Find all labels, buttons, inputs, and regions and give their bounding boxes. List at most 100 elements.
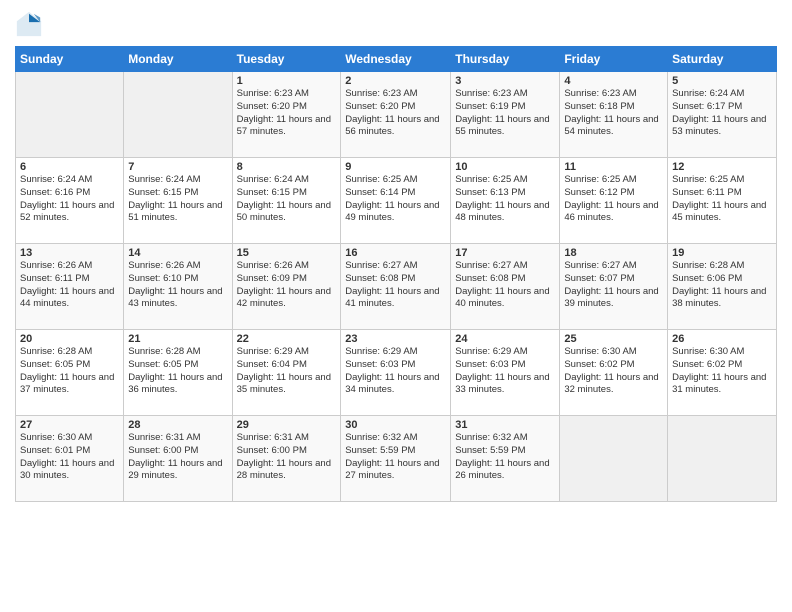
day-info: Sunrise: 6:23 AM Sunset: 6:20 PM Dayligh… [237,88,337,139]
day-info: Sunrise: 6:27 AM Sunset: 6:08 PM Dayligh… [455,260,555,311]
day-info: Sunrise: 6:28 AM Sunset: 6:06 PM Dayligh… [672,260,772,311]
day-info: Sunrise: 6:26 AM Sunset: 6:09 PM Dayligh… [237,260,337,311]
day-cell: 6Sunrise: 6:24 AM Sunset: 6:16 PM Daylig… [16,158,124,244]
day-info: Sunrise: 6:24 AM Sunset: 6:17 PM Dayligh… [672,88,772,139]
day-number: 30 [345,419,446,431]
day-info: Sunrise: 6:25 AM Sunset: 6:12 PM Dayligh… [564,174,663,225]
day-cell: 27Sunrise: 6:30 AM Sunset: 6:01 PM Dayli… [16,416,124,502]
day-header-wednesday: Wednesday [341,47,451,72]
day-info: Sunrise: 6:25 AM Sunset: 6:13 PM Dayligh… [455,174,555,225]
day-info: Sunrise: 6:30 AM Sunset: 6:01 PM Dayligh… [20,432,119,483]
day-cell: 17Sunrise: 6:27 AM Sunset: 6:08 PM Dayli… [451,244,560,330]
day-number: 2 [345,75,446,87]
day-info: Sunrise: 6:31 AM Sunset: 6:00 PM Dayligh… [237,432,337,483]
day-number: 21 [128,333,227,345]
day-number: 24 [455,333,555,345]
day-cell [16,72,124,158]
day-info: Sunrise: 6:30 AM Sunset: 6:02 PM Dayligh… [564,346,663,397]
day-number: 14 [128,247,227,259]
day-cell: 5Sunrise: 6:24 AM Sunset: 6:17 PM Daylig… [668,72,777,158]
day-number: 20 [20,333,119,345]
day-cell: 1Sunrise: 6:23 AM Sunset: 6:20 PM Daylig… [232,72,341,158]
day-info: Sunrise: 6:28 AM Sunset: 6:05 PM Dayligh… [128,346,227,397]
day-number: 7 [128,161,227,173]
day-info: Sunrise: 6:30 AM Sunset: 6:02 PM Dayligh… [672,346,772,397]
day-header-sunday: Sunday [16,47,124,72]
day-cell: 26Sunrise: 6:30 AM Sunset: 6:02 PM Dayli… [668,330,777,416]
day-cell: 19Sunrise: 6:28 AM Sunset: 6:06 PM Dayli… [668,244,777,330]
day-number: 6 [20,161,119,173]
calendar-header-row: SundayMondayTuesdayWednesdayThursdayFrid… [16,47,777,72]
day-header-thursday: Thursday [451,47,560,72]
day-cell: 30Sunrise: 6:32 AM Sunset: 5:59 PM Dayli… [341,416,451,502]
day-info: Sunrise: 6:24 AM Sunset: 6:16 PM Dayligh… [20,174,119,225]
page: SundayMondayTuesdayWednesdayThursdayFrid… [0,0,792,612]
header [15,10,777,38]
day-header-monday: Monday [124,47,232,72]
day-cell: 25Sunrise: 6:30 AM Sunset: 6:02 PM Dayli… [560,330,668,416]
day-info: Sunrise: 6:24 AM Sunset: 6:15 PM Dayligh… [128,174,227,225]
day-info: Sunrise: 6:26 AM Sunset: 6:11 PM Dayligh… [20,260,119,311]
day-info: Sunrise: 6:23 AM Sunset: 6:19 PM Dayligh… [455,88,555,139]
day-cell: 9Sunrise: 6:25 AM Sunset: 6:14 PM Daylig… [341,158,451,244]
day-info: Sunrise: 6:23 AM Sunset: 6:18 PM Dayligh… [564,88,663,139]
week-row-2: 13Sunrise: 6:26 AM Sunset: 6:11 PM Dayli… [16,244,777,330]
day-number: 5 [672,75,772,87]
day-number: 28 [128,419,227,431]
day-cell: 8Sunrise: 6:24 AM Sunset: 6:15 PM Daylig… [232,158,341,244]
day-header-tuesday: Tuesday [232,47,341,72]
week-row-0: 1Sunrise: 6:23 AM Sunset: 6:20 PM Daylig… [16,72,777,158]
day-number: 26 [672,333,772,345]
day-header-saturday: Saturday [668,47,777,72]
day-number: 1 [237,75,337,87]
day-cell: 21Sunrise: 6:28 AM Sunset: 6:05 PM Dayli… [124,330,232,416]
day-cell: 23Sunrise: 6:29 AM Sunset: 6:03 PM Dayli… [341,330,451,416]
day-cell: 31Sunrise: 6:32 AM Sunset: 5:59 PM Dayli… [451,416,560,502]
day-info: Sunrise: 6:29 AM Sunset: 6:04 PM Dayligh… [237,346,337,397]
day-info: Sunrise: 6:32 AM Sunset: 5:59 PM Dayligh… [455,432,555,483]
day-cell: 24Sunrise: 6:29 AM Sunset: 6:03 PM Dayli… [451,330,560,416]
logo [15,10,47,38]
day-cell: 20Sunrise: 6:28 AM Sunset: 6:05 PM Dayli… [16,330,124,416]
day-cell: 11Sunrise: 6:25 AM Sunset: 6:12 PM Dayli… [560,158,668,244]
day-info: Sunrise: 6:28 AM Sunset: 6:05 PM Dayligh… [20,346,119,397]
calendar-table: SundayMondayTuesdayWednesdayThursdayFrid… [15,46,777,502]
day-cell: 14Sunrise: 6:26 AM Sunset: 6:10 PM Dayli… [124,244,232,330]
day-number: 9 [345,161,446,173]
day-cell: 12Sunrise: 6:25 AM Sunset: 6:11 PM Dayli… [668,158,777,244]
day-header-friday: Friday [560,47,668,72]
day-info: Sunrise: 6:32 AM Sunset: 5:59 PM Dayligh… [345,432,446,483]
day-number: 27 [20,419,119,431]
day-number: 31 [455,419,555,431]
day-number: 4 [564,75,663,87]
day-info: Sunrise: 6:26 AM Sunset: 6:10 PM Dayligh… [128,260,227,311]
day-cell: 18Sunrise: 6:27 AM Sunset: 6:07 PM Dayli… [560,244,668,330]
day-number: 12 [672,161,772,173]
day-number: 8 [237,161,337,173]
day-number: 3 [455,75,555,87]
day-number: 15 [237,247,337,259]
day-number: 18 [564,247,663,259]
day-number: 11 [564,161,663,173]
day-cell [124,72,232,158]
day-number: 25 [564,333,663,345]
day-info: Sunrise: 6:29 AM Sunset: 6:03 PM Dayligh… [345,346,446,397]
week-row-3: 20Sunrise: 6:28 AM Sunset: 6:05 PM Dayli… [16,330,777,416]
day-number: 23 [345,333,446,345]
day-info: Sunrise: 6:29 AM Sunset: 6:03 PM Dayligh… [455,346,555,397]
day-cell: 7Sunrise: 6:24 AM Sunset: 6:15 PM Daylig… [124,158,232,244]
day-cell: 28Sunrise: 6:31 AM Sunset: 6:00 PM Dayli… [124,416,232,502]
day-info: Sunrise: 6:31 AM Sunset: 6:00 PM Dayligh… [128,432,227,483]
day-cell: 10Sunrise: 6:25 AM Sunset: 6:13 PM Dayli… [451,158,560,244]
day-cell: 2Sunrise: 6:23 AM Sunset: 6:20 PM Daylig… [341,72,451,158]
day-info: Sunrise: 6:27 AM Sunset: 6:08 PM Dayligh… [345,260,446,311]
day-info: Sunrise: 6:23 AM Sunset: 6:20 PM Dayligh… [345,88,446,139]
day-info: Sunrise: 6:25 AM Sunset: 6:14 PM Dayligh… [345,174,446,225]
day-number: 13 [20,247,119,259]
day-cell: 4Sunrise: 6:23 AM Sunset: 6:18 PM Daylig… [560,72,668,158]
day-number: 22 [237,333,337,345]
logo-icon [15,10,43,38]
day-number: 29 [237,419,337,431]
day-cell: 29Sunrise: 6:31 AM Sunset: 6:00 PM Dayli… [232,416,341,502]
day-number: 10 [455,161,555,173]
